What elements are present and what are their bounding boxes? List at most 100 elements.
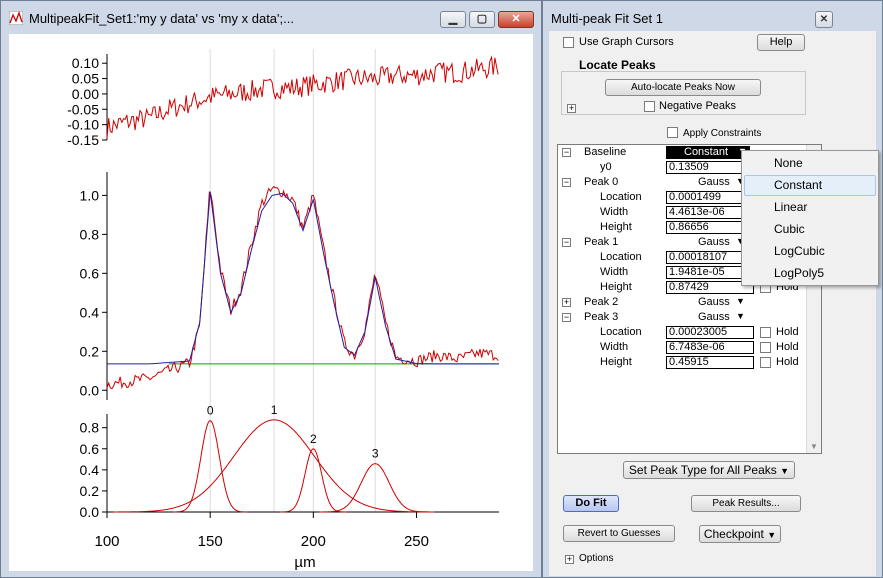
peak2-label: Peak 2 [584,296,619,308]
peak2-type-popup[interactable]: Gauss [698,296,730,308]
menu-item-linear[interactable]: Linear [774,200,807,214]
menu-item-none[interactable]: None [774,156,803,170]
close-button[interactable]: ✕ [498,11,534,28]
x-tick-label: 100 [94,533,119,550]
baseline-type-menu: None Constant Linear Cubic LogCubic LogP… [741,150,879,286]
minimize-icon: ▁ [448,13,458,25]
peak3-location-hold-checkbox[interactable] [760,327,771,338]
chevron-down-icon: ▼ [780,466,790,476]
peaks-y-ticks: 0.8 0.6 0.4 0.2 0.0 [80,420,107,520]
baseline-param-label: y0 [600,161,612,173]
peak1-width-label: Width [600,266,629,278]
baseline-type-popup[interactable]: Constant ▼ [666,146,750,159]
peak3-width-label: Width [600,341,629,353]
auto-locate-button[interactable]: Auto-locate Peaks Now [605,79,761,96]
x-tick-label: 150 [198,533,223,550]
residual-y-ticks: 0.100.050.00-0.05-0.10-0.15 [67,55,107,148]
peak0-type-popup[interactable]: Gauss [698,176,730,188]
peak3-width-hold-label: Hold [776,341,799,353]
y-tick-label: 0.4 [80,462,100,478]
menu-item-logcubic[interactable]: LogCubic [774,244,825,258]
peak3-location-hold-label: Hold [776,326,799,338]
y-tick-label: -0.10 [67,117,99,133]
set-peak-type-popup[interactable]: Set Peak Type for All Peaks ▼ [623,461,795,479]
expand-locate-options-icon[interactable]: + [567,104,576,113]
maximize-button[interactable]: ▢ [469,11,495,28]
y-tick-label: 0.2 [80,343,100,359]
checkpoint-label: Checkpoint [703,527,764,541]
negative-peaks-label: Negative Peaks [659,100,737,112]
peak-label-1: 1 [271,403,278,417]
expand-options-icon[interactable]: + [565,555,574,564]
use-cursors-checkbox[interactable] [563,37,574,48]
collapse-peak1-icon[interactable]: − [562,238,571,247]
peak-label-0: 0 [207,404,214,418]
fit-plot: 1.0 0.8 0.6 0.4 0.2 0.0 [80,172,499,400]
y-tick-label: 0.0 [80,382,100,398]
do-fit-button[interactable]: Do Fit [563,495,619,512]
panel-titlebar[interactable]: Multi-peak Fit Set 1 ✕ [543,1,882,34]
scroll-down-icon[interactable]: ▼ [810,442,818,451]
y-tick-label: 0.8 [80,226,100,242]
panel-client: Use Graph Cursors Help Locate Peaks Auto… [549,31,876,576]
close-icon: ✕ [511,13,521,25]
peak1-label: Peak 1 [584,236,619,248]
maximize-icon: ▢ [476,13,488,25]
collapse-peak3-icon[interactable]: − [562,313,571,322]
checkpoint-popup[interactable]: Checkpoint ▼ [699,525,781,543]
peak3-height-label: Height [600,356,632,368]
graph-plot-area[interactable]: 0.10 0.05 0.00 -0.05 -0.10 -0.15 1.0 0.8 0.6 0.4… [9,34,533,571]
peak-label-3: 3 [372,447,379,461]
minimize-button[interactable]: ▁ [440,11,466,28]
peak3-location-field[interactable]: 0.00023005 [666,326,754,339]
peak1-type-popup[interactable]: Gauss [698,236,730,248]
help-button[interactable]: Help [757,34,805,51]
peak-results-button[interactable]: Peak Results... [691,495,801,512]
options-label: Options [579,553,614,564]
expand-peak2-icon[interactable]: + [562,298,571,307]
apply-constraints-checkbox[interactable] [667,127,678,138]
peak3-height-field[interactable]: 0.45915 [666,356,754,369]
peak3-height-hold-checkbox[interactable] [760,357,771,368]
close-icon: ✕ [819,14,829,25]
graph-window: MultipeakFit_Set1:'my y data' vs 'my x d… [0,0,542,578]
graph-window-title: MultipeakFit_Set1:'my y data' vs 'my x d… [29,11,294,26]
graph-app-icon [9,11,23,25]
data-series [106,185,499,390]
menu-item-cubic[interactable]: Cubic [774,222,805,236]
collapse-peak0-icon[interactable]: − [562,178,571,187]
panel-close-button[interactable]: ✕ [815,11,833,28]
residual-series [106,55,499,139]
menu-item-constant[interactable]: Constant [774,178,822,192]
y-tick-label: 0.00 [72,86,99,102]
y-tick-label: 0.8 [80,420,100,436]
set-peak-type-label: Set Peak Type for All Peaks [628,463,777,477]
multipeak-graph: 0.100.050.00-0.05-0.10-0.15 1.0 0.8 0.6 0.4… [67,49,499,571]
peak3-width-field[interactable]: 6.7483e-06 [666,341,754,354]
multipeak-panel-window: Multi-peak Fit Set 1 ✕ Use Graph Cursors… [542,0,883,578]
residual-plot: 0.100.050.00-0.05-0.10-0.15 [67,54,499,148]
apply-constraints-label: Apply Constraints [683,128,762,139]
chevron-down-icon: ▼ [736,296,745,306]
peak3-type-popup[interactable]: Gauss [698,311,730,323]
peak0-location-label: Location [600,191,642,203]
y-tick-label: 0.4 [80,304,100,320]
y-tick-label: 0.6 [80,265,100,281]
menu-item-logpoly5[interactable]: LogPoly5 [774,266,824,280]
negative-peaks-checkbox[interactable] [644,101,655,112]
collapse-baseline-icon[interactable]: − [562,148,571,157]
peak3-location-label: Location [600,326,642,338]
y-tick-label: 1.0 [80,187,100,203]
graph-titlebar[interactable]: MultipeakFit_Set1:'my y data' vs 'my x d… [1,1,541,34]
peak3-width-hold-checkbox[interactable] [760,342,771,353]
chevron-down-icon: ▼ [767,530,777,540]
y-tick-label: 0.6 [80,441,100,457]
revert-to-guesses-button[interactable]: Revert to Guesses [563,525,675,542]
peak0-label: Peak 0 [584,176,619,188]
peak0-width-label: Width [600,206,629,218]
peaks-plot: 0.8 0.6 0.4 0.2 0.0 100 150 200 250 0 1 2 3 µm [80,403,499,571]
peak-label-2: 2 [310,432,317,446]
x-tick-label: 200 [301,533,326,550]
fit-series [107,191,499,365]
y-tick-label: -0.05 [67,101,99,117]
